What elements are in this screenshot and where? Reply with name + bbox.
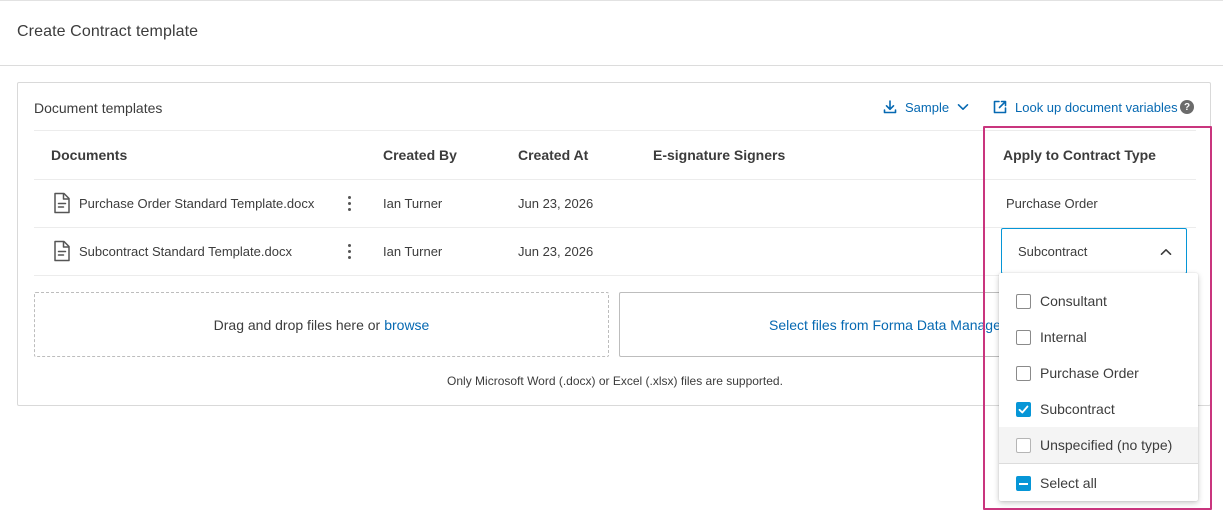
- contract-type-menu: Consultant Internal Purchase Order Subco…: [999, 273, 1198, 501]
- document-name[interactable]: Purchase Order Standard Template.docx: [79, 196, 314, 211]
- page-title: Create Contract template: [17, 23, 199, 40]
- kebab-menu-icon[interactable]: [341, 241, 357, 261]
- created-by: Ian Turner: [383, 196, 443, 211]
- forma-select-label: Select files from Forma Data Management: [769, 317, 1019, 333]
- created-at: Jun 23, 2026: [518, 196, 594, 211]
- menu-option-consultant[interactable]: Consultant: [999, 283, 1198, 319]
- option-label: Subcontract: [1040, 401, 1115, 417]
- lookup-label: Look up document variables: [1015, 99, 1178, 115]
- document-icon: [54, 240, 70, 262]
- sample-label: Sample: [905, 99, 950, 115]
- option-label: Purchase Order: [1040, 365, 1139, 381]
- kebab-menu-icon[interactable]: [341, 193, 357, 213]
- chevron-up-icon: [1160, 249, 1172, 255]
- menu-option-unspecified[interactable]: Unspecified (no type): [999, 427, 1198, 463]
- external-link-icon: [993, 100, 1007, 114]
- drop-text: Drag and drop files here or: [213, 316, 381, 333]
- checkbox[interactable]: [1016, 329, 1031, 345]
- checkbox[interactable]: [1016, 293, 1031, 309]
- select-value: Subcontract: [1018, 244, 1088, 259]
- column-header-contract-type: Apply to Contract Type: [1003, 147, 1156, 163]
- option-label: Select all: [1040, 475, 1097, 491]
- row-divider: [34, 179, 1196, 180]
- document-name[interactable]: Subcontract Standard Template.docx: [79, 244, 292, 259]
- option-label: Internal: [1040, 329, 1087, 345]
- checkbox[interactable]: [1016, 437, 1031, 453]
- column-header-created-by: Created By: [383, 147, 457, 163]
- menu-divider: [999, 463, 1198, 464]
- menu-option-select-all[interactable]: Select all: [999, 465, 1198, 501]
- column-header-signers: E-signature Signers: [653, 147, 786, 163]
- help-icon[interactable]: ?: [1180, 100, 1194, 114]
- checkmark-icon: [1018, 405, 1029, 413]
- option-label: Unspecified (no type): [1040, 437, 1173, 453]
- checkbox[interactable]: [1016, 365, 1031, 381]
- lookup-variables-link[interactable]: Look up document variables: [992, 99, 1178, 115]
- menu-option-internal[interactable]: Internal: [999, 319, 1198, 355]
- menu-option-purchase-order[interactable]: Purchase Order: [999, 355, 1198, 391]
- page-header: Create Contract template: [0, 0, 1223, 66]
- header-divider: [34, 130, 1196, 131]
- menu-option-subcontract[interactable]: Subcontract: [999, 391, 1198, 427]
- checkbox-indeterminate[interactable]: [1016, 475, 1031, 491]
- contract-type-select[interactable]: Subcontract: [1001, 228, 1187, 274]
- column-header-documents: Documents: [51, 147, 128, 163]
- contract-type-value[interactable]: Purchase Order: [1006, 196, 1098, 211]
- created-at: Jun 23, 2026: [518, 244, 594, 259]
- chevron-down-icon: [957, 104, 969, 110]
- sample-dropdown-button[interactable]: Sample: [882, 99, 970, 115]
- column-header-created-at: Created At: [518, 147, 589, 163]
- checkbox-checked[interactable]: [1016, 401, 1031, 417]
- option-label: Consultant: [1040, 293, 1107, 309]
- browse-link[interactable]: browse: [384, 317, 429, 333]
- card-title: Document templates: [34, 100, 163, 116]
- download-icon: [883, 100, 897, 114]
- created-by: Ian Turner: [383, 244, 443, 259]
- document-icon: [54, 192, 70, 214]
- file-dropzone[interactable]: Drag and drop files here or browse: [34, 292, 609, 357]
- forma-select-button[interactable]: Select files from Forma Data Management: [619, 292, 1019, 357]
